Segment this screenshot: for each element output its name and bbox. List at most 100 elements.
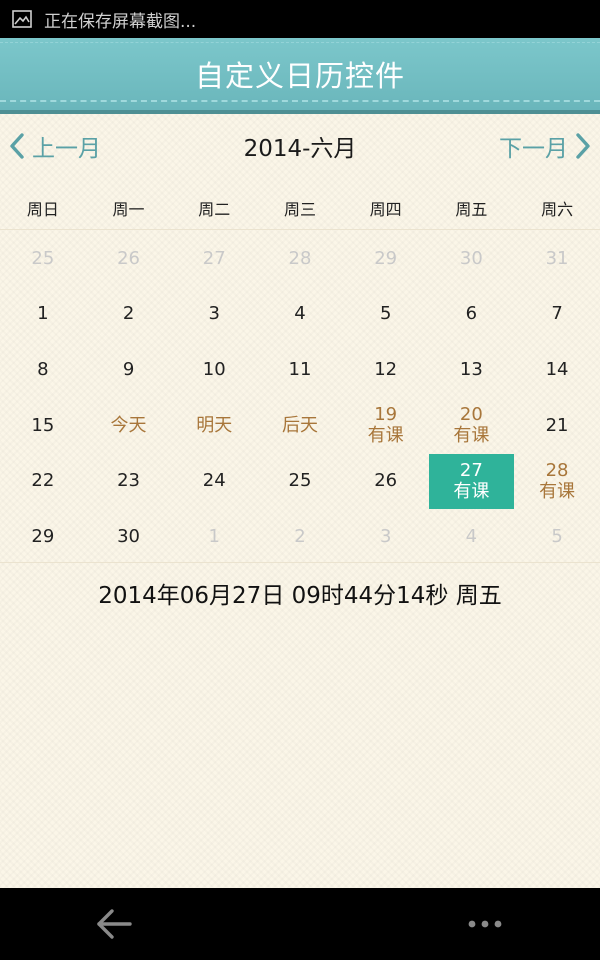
day-cell[interactable]: 7 (514, 287, 600, 343)
day-cell[interactable]: 24 (171, 454, 257, 510)
day-cell[interactable]: 15 (0, 398, 86, 454)
day-cell[interactable]: 5 (514, 509, 600, 565)
day-number: 27 (202, 247, 226, 269)
day-cell[interactable]: 26 (343, 454, 429, 510)
day-cell[interactable]: 明天 (171, 398, 257, 454)
status-bar: 正在保存屏幕截图... (0, 0, 600, 38)
week-row: 1 2 3 4 5 6 7 (0, 287, 600, 343)
week-row: 15 今天 明天 后天 19 有课 20 有课 21 (0, 398, 600, 454)
day-number: 24 (202, 470, 226, 492)
day-cell[interactable]: 22 (0, 454, 86, 510)
day-number: 29 (31, 525, 55, 547)
day-cell[interactable]: 28 有课 (514, 454, 600, 510)
day-number: 26 (117, 247, 140, 269)
day-note: 有课 (367, 424, 404, 446)
day-cell[interactable]: 30 (429, 231, 515, 287)
day-cell[interactable]: 25 (257, 454, 343, 510)
day-number: 28 (545, 459, 569, 481)
day-cell[interactable]: 4 (257, 287, 343, 343)
day-cell[interactable]: 3 (343, 509, 429, 565)
day-number: 10 (202, 358, 226, 380)
weekday-label: 周五 (455, 200, 488, 219)
day-cell[interactable]: 27 (171, 231, 257, 287)
day-cell[interactable]: 4 (429, 509, 515, 565)
day-cell[interactable]: 14 (514, 342, 600, 398)
day-number: 30 (459, 247, 483, 269)
day-cell[interactable]: 30 (86, 509, 172, 565)
day-cell[interactable]: 19 有课 (343, 398, 429, 454)
day-number: 11 (288, 358, 312, 380)
calendar-grid: 25 26 27 28 29 30 31 1 2 3 4 5 6 7 8 9 10 11 12 13 14 15 今天 明天后… (0, 231, 600, 565)
day-cell[interactable]: 29 (343, 231, 429, 287)
day-number: 29 (374, 247, 398, 269)
day-cell[interactable]: 26 (86, 231, 172, 287)
day-cell[interactable]: 12 (343, 342, 429, 398)
day-number: 31 (545, 247, 569, 269)
week-row: 29 30 1 2 3 4 5 (0, 509, 600, 565)
day-cell[interactable]: 1 (171, 509, 257, 565)
day-cell[interactable]: 5 (343, 287, 429, 343)
day-number: 19 (374, 404, 398, 426)
day-number: 8 (37, 358, 49, 380)
month-nav: 上一月 下一月 (0, 114, 600, 178)
prev-month-button[interactable]: 上一月 (0, 129, 101, 163)
app-header: 自定义日历控件 (0, 38, 600, 114)
day-cell-selected[interactable]: 27 有课 (428, 454, 514, 510)
day-number: 27 (459, 459, 483, 481)
day-number: 后天 (281, 414, 318, 436)
more-dots-icon[interactable] (466, 914, 506, 934)
weekday-label: 周日 (26, 200, 59, 219)
day-cell[interactable]: 6 (429, 287, 515, 343)
chevron-left-icon (10, 133, 24, 159)
day-cell[interactable]: 21 (514, 398, 600, 454)
day-number: 4 (294, 303, 306, 325)
day-number: 25 (31, 247, 55, 269)
weekday-label: 周六 (541, 200, 574, 219)
day-number: 13 (459, 358, 483, 380)
day-cell[interactable]: 11 (257, 342, 343, 398)
day-number: 6 (465, 303, 478, 325)
day-number: 22 (31, 470, 55, 492)
day-cell[interactable]: 13 (429, 342, 515, 398)
day-number: 1 (208, 525, 220, 547)
day-number: 2 (294, 525, 306, 547)
day-cell[interactable]: 2 (257, 509, 343, 565)
day-cell[interactable]: 28 (257, 231, 343, 287)
day-cell[interactable]: 10 (171, 342, 257, 398)
day-cell[interactable]: 20 有课 (429, 398, 515, 454)
weekday-label: 周三 (283, 200, 316, 219)
day-number: 23 (117, 470, 140, 492)
weekday-header: 周日 周一 周二 周三 周四 周五 周六 (0, 190, 600, 230)
day-cell[interactable]: 8 (0, 342, 86, 398)
day-number: 20 (459, 404, 483, 426)
day-number: 14 (545, 358, 569, 380)
day-number: 5 (379, 303, 392, 325)
next-month-button[interactable]: 下一月 (499, 129, 600, 163)
day-cell[interactable]: 1 (0, 287, 86, 343)
day-number: 1 (37, 303, 49, 325)
page-title: 自定义日历控件 (194, 59, 405, 93)
day-number: 28 (288, 247, 312, 269)
back-arrow-icon[interactable] (94, 906, 134, 942)
day-cell[interactable]: 今天 (86, 398, 172, 454)
day-number: 4 (465, 525, 478, 547)
selected-cell-wrap: 27 有课 (428, 454, 515, 510)
day-cell[interactable]: 2 (86, 287, 172, 343)
day-note: 有课 (539, 480, 576, 502)
day-cell[interactable]: 25 (0, 231, 86, 287)
day-number: 5 (551, 525, 563, 547)
day-cell[interactable]: 23 (86, 454, 172, 510)
day-note: 有课 (453, 424, 490, 446)
day-number: 2 (122, 303, 135, 325)
day-cell[interactable]: 3 (171, 287, 257, 343)
day-number: 3 (379, 525, 392, 547)
next-month-label: 下一月 (499, 136, 568, 162)
day-cell[interactable]: 9 (86, 342, 172, 398)
header-stitch-top (0, 42, 600, 43)
day-note: 有课 (453, 480, 490, 502)
day-cell[interactable]: 后天 (257, 398, 343, 454)
day-number: 25 (288, 470, 312, 492)
day-cell[interactable]: 29 (0, 509, 86, 565)
weekday-label: 周一 (112, 200, 145, 219)
day-cell[interactable]: 31 (514, 231, 600, 287)
